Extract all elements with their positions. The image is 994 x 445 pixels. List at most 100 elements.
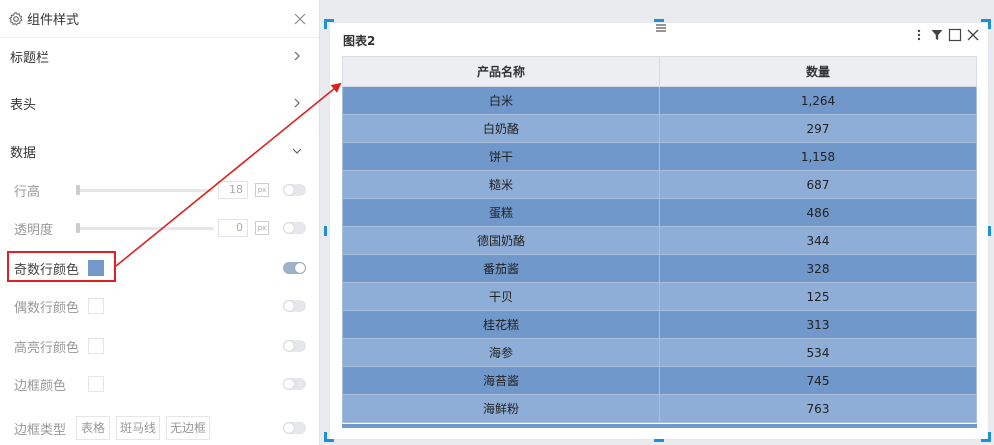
border-type-table-button[interactable]: 表格 xyxy=(76,416,110,440)
border-type-setting: 边框类型 表格 斑马线 无边框 xyxy=(0,412,320,444)
border-type-toggle[interactable] xyxy=(283,422,306,434)
slider-handle[interactable] xyxy=(76,185,80,195)
cell-product-name: 海鲜粉 xyxy=(342,394,660,423)
table-row[interactable]: 糙米 687 xyxy=(342,170,977,199)
cell-product-name: 番茄酱 xyxy=(342,254,660,283)
border-type-none-button[interactable]: 无边框 xyxy=(166,416,210,440)
resize-handle-top-right[interactable] xyxy=(981,19,991,29)
even-row-color-label: 偶数行颜色 xyxy=(14,300,80,316)
border-type-zebra-button[interactable]: 斑马线 xyxy=(116,416,160,440)
cell-quantity: 328 xyxy=(659,254,977,283)
border-color-label: 边框颜色 xyxy=(14,378,67,394)
cell-product-name: 干贝 xyxy=(342,282,660,311)
border-color-toggle[interactable] xyxy=(283,378,306,390)
close-icon[interactable] xyxy=(293,12,307,26)
drag-handle-icon[interactable] xyxy=(655,23,667,33)
opacity-input[interactable]: 0 xyxy=(218,219,248,237)
cell-product-name: 饼干 xyxy=(342,142,660,171)
row-height-setting: 行高 18 px xyxy=(0,174,320,206)
cell-product-name: 白米 xyxy=(342,86,660,115)
opacity-setting: 透明度 0 px xyxy=(0,212,320,244)
cell-product-name: 桂花糕 xyxy=(342,310,660,339)
highlight-row-color-toggle[interactable] xyxy=(283,340,306,352)
chart-widget[interactable]: 图表2 产品名称 数量 白米 1,264 白奶酪 297 饼干 1,158 糙米 687 蛋糕 4… xyxy=(329,22,989,440)
column-header-quantity[interactable]: 数量 xyxy=(659,56,977,87)
cell-product-name: 海苔酱 xyxy=(342,366,660,395)
cell-product-name: 糙米 xyxy=(342,170,660,199)
component-style-panel: 组件样式 标题栏 表头 数据 行高 18 px 透明度 0 px 奇数行颜色 偶… xyxy=(0,0,320,445)
filter-icon[interactable] xyxy=(930,28,944,42)
resize-handle-right[interactable] xyxy=(988,226,991,236)
table-row[interactable]: 干贝 125 xyxy=(342,282,977,311)
column-header-product-name[interactable]: 产品名称 xyxy=(342,56,660,87)
table-row[interactable]: 白米 1,264 xyxy=(342,86,977,115)
more-vertical-icon[interactable] xyxy=(912,28,926,42)
even-row-color-toggle[interactable] xyxy=(283,300,306,312)
table-scroll-remainder xyxy=(342,424,977,428)
px-unit-icon: px xyxy=(255,183,269,197)
section-title-bar[interactable]: 标题栏 xyxy=(0,39,320,73)
border-color-setting: 边框颜色 xyxy=(0,368,320,400)
highlight-row-color-swatch[interactable] xyxy=(88,338,104,354)
opacity-slider[interactable] xyxy=(78,226,214,230)
panel-title: 组件样式 xyxy=(27,13,80,28)
row-height-toggle[interactable] xyxy=(283,184,306,196)
cell-product-name: 德国奶酪 xyxy=(342,226,660,255)
highlight-row-color-setting: 高亮行颜色 xyxy=(0,330,320,362)
odd-row-color-toggle[interactable] xyxy=(283,262,306,274)
row-height-label: 行高 xyxy=(14,184,41,200)
table-row[interactable]: 海苔酱 745 xyxy=(342,366,977,395)
row-height-slider[interactable] xyxy=(78,188,214,192)
section-data[interactable]: 数据 xyxy=(0,134,320,168)
widget-title: 图表2 xyxy=(343,34,376,48)
resize-handle-top[interactable] xyxy=(654,19,664,22)
chevron-down-icon xyxy=(292,148,302,154)
cell-quantity: 486 xyxy=(659,198,977,227)
resize-handle-bottom-right[interactable] xyxy=(981,432,991,442)
table-row[interactable]: 德国奶酪 344 xyxy=(342,226,977,255)
px-unit-icon: px xyxy=(255,221,269,235)
cell-quantity: 1,264 xyxy=(659,86,977,115)
highlight-row-color-label: 高亮行颜色 xyxy=(14,340,80,356)
table-row[interactable]: 海鲜粉 763 xyxy=(342,394,977,423)
cell-quantity: 344 xyxy=(659,226,977,255)
cell-quantity: 297 xyxy=(659,114,977,143)
section-label: 标题栏 xyxy=(10,50,50,66)
section-table-header[interactable]: 表头 xyxy=(0,86,320,120)
even-row-color-swatch[interactable] xyxy=(88,298,104,314)
data-table: 产品名称 数量 白米 1,264 白奶酪 297 饼干 1,158 糙米 687 蛋糕 486 德国… xyxy=(342,56,977,423)
opacity-toggle[interactable] xyxy=(283,222,306,234)
cell-quantity: 125 xyxy=(659,282,977,311)
table-row[interactable]: 蛋糕 486 xyxy=(342,198,977,227)
table-header-row: 产品名称 数量 xyxy=(342,56,977,87)
cell-quantity: 763 xyxy=(659,394,977,423)
section-label: 数据 xyxy=(10,145,37,161)
resize-handle-bottom[interactable] xyxy=(654,439,664,442)
close-icon[interactable] xyxy=(966,28,980,42)
table-row[interactable]: 桂花糕 313 xyxy=(342,310,977,339)
table-row[interactable]: 白奶酪 297 xyxy=(342,114,977,143)
table-row[interactable]: 海参 534 xyxy=(342,338,977,367)
slider-handle[interactable] xyxy=(76,223,80,233)
cell-quantity: 687 xyxy=(659,170,977,199)
cell-product-name: 蛋糕 xyxy=(342,198,660,227)
maximize-icon[interactable] xyxy=(948,28,962,42)
chevron-right-icon xyxy=(294,51,300,61)
widget-toolbar xyxy=(912,28,980,42)
annotation-highlight-box xyxy=(7,251,116,282)
cell-quantity: 1,158 xyxy=(659,142,977,171)
row-height-input[interactable]: 18 xyxy=(218,181,248,199)
resize-handle-bottom-left[interactable] xyxy=(324,432,334,442)
resize-handle-left[interactable] xyxy=(324,226,327,236)
border-type-label: 边框类型 xyxy=(14,422,67,438)
chevron-right-icon xyxy=(294,98,300,108)
section-label: 表头 xyxy=(10,97,37,113)
panel-header: 组件样式 xyxy=(0,0,319,38)
cell-quantity: 534 xyxy=(659,338,977,367)
cell-quantity: 313 xyxy=(659,310,977,339)
table-row[interactable]: 饼干 1,158 xyxy=(342,142,977,171)
even-row-color-setting: 偶数行颜色 xyxy=(0,290,320,322)
border-color-swatch[interactable] xyxy=(88,376,104,392)
resize-handle-top-left[interactable] xyxy=(324,19,334,29)
table-row[interactable]: 番茄酱 328 xyxy=(342,254,977,283)
